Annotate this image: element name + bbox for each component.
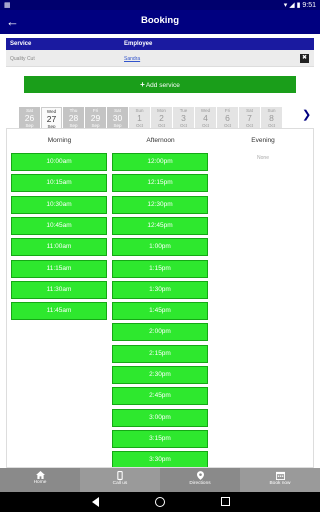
day-8[interactable]: Wed 4 Oct — [195, 107, 216, 129]
afternoon-time-slot[interactable]: 12:15pm — [112, 174, 208, 193]
day-0[interactable]: Sat 26 Sep — [19, 107, 40, 129]
system-recents-icon[interactable] — [221, 497, 230, 506]
afternoon-time-slot[interactable]: 3:15pm — [112, 429, 208, 448]
day-4[interactable]: Sat 30 Sep — [107, 107, 128, 129]
nav-book-now[interactable]: Book now — [240, 468, 320, 492]
nav-call-us-label: Call us — [112, 481, 128, 486]
status-time: 9:51 — [302, 2, 316, 9]
day-7[interactable]: Tue 3 Oct — [173, 107, 194, 129]
day-11[interactable]: Sun 8 Oct — [261, 107, 282, 129]
morning-column-title: Morning — [47, 137, 72, 144]
afternoon-time-slot[interactable]: 12:30pm — [112, 195, 208, 214]
service-table: Service Employee Quality Cut Sandra ✖ — [6, 38, 314, 67]
page-title: Booking — [141, 15, 179, 26]
day-num: 4 — [203, 112, 208, 123]
day-6[interactable]: Mon 2 Oct — [151, 107, 172, 129]
day-num: 27 — [46, 113, 57, 124]
day-num: 26 — [24, 112, 35, 123]
morning-time-slot[interactable]: 11:15am — [11, 259, 107, 278]
morning-time-slot[interactable]: 10:30am — [11, 195, 107, 214]
nav-home-label: Home — [33, 480, 47, 485]
system-home-icon[interactable] — [155, 497, 165, 507]
service-table-header: Service Employee — [6, 38, 314, 50]
afternoon-time-slot[interactable]: 3:30pm — [112, 451, 208, 467]
plus-icon: + — [140, 80, 145, 89]
system-back-icon[interactable] — [92, 497, 99, 507]
afternoon-time-slot[interactable]: 1:30pm — [112, 280, 208, 299]
day-2[interactable]: Thu 28 Sep — [63, 107, 84, 129]
day-num: 3 — [181, 112, 186, 123]
system-nav-bar — [0, 492, 320, 512]
signal-icon: ◢ — [289, 2, 295, 9]
wifi-icon: ▾ — [283, 2, 288, 9]
evening-column-title: Evening — [251, 137, 275, 144]
day-num: 29 — [90, 112, 101, 123]
evening-none-text: None — [257, 155, 269, 161]
day-num: 6 — [225, 112, 230, 123]
day-num: 1 — [137, 112, 142, 123]
afternoon-time-slot[interactable]: 2:15pm — [112, 344, 208, 363]
morning-time-slot[interactable]: 10:15am — [11, 174, 107, 193]
day-num: 28 — [68, 112, 79, 123]
day-1[interactable]: Wed 27 Sep — [41, 107, 62, 129]
employee-column-header: Employee — [124, 41, 153, 47]
day-3[interactable]: Fri 29 Sep — [85, 107, 106, 129]
time-slot-panel: Morning Afternoon Evening None 10:00am 10… — [6, 128, 314, 468]
afternoon-time-slot[interactable]: 2:45pm — [112, 387, 208, 406]
morning-time-slot[interactable]: 11:00am — [11, 238, 107, 257]
app-bar: ← Booking — [0, 10, 320, 34]
afternoon-time-slot[interactable]: 1:45pm — [112, 302, 208, 321]
map-pin-icon — [196, 471, 204, 480]
morning-time-slot[interactable]: 11:30am — [11, 280, 107, 299]
employee-link[interactable]: Sandra — [124, 56, 140, 62]
nav-home[interactable]: Home — [0, 468, 80, 492]
phone-icon — [117, 471, 123, 480]
afternoon-time-slot[interactable]: 1:00pm — [112, 238, 208, 257]
day-picker: Sat 26 Sep Wed 27 Sep Thu 28 Sep Fri 29 Sep Sat 30 Sep… — [19, 107, 283, 129]
day-9[interactable]: Fri 6 Oct — [217, 107, 238, 129]
close-icon[interactable]: ✖ — [300, 54, 309, 63]
add-service-button[interactable]: +Add service — [24, 76, 296, 93]
home-icon — [35, 471, 45, 479]
afternoon-time-slot[interactable]: 12:45pm — [112, 216, 208, 235]
afternoon-time-slot[interactable]: 3:00pm — [112, 408, 208, 427]
afternoon-time-slot[interactable]: 2:30pm — [112, 366, 208, 384]
day-num: 7 — [247, 112, 252, 123]
nav-directions-label: Directions — [189, 481, 211, 486]
battery-icon: ▮ — [296, 2, 301, 9]
afternoon-time-slot[interactable]: 2:00pm — [112, 323, 208, 342]
nav-directions[interactable]: Directions — [160, 468, 240, 492]
afternoon-column-title: Afternoon — [146, 137, 175, 144]
day-5[interactable]: Sun 1 Oct — [129, 107, 150, 129]
service-name: Quality Cut — [10, 56, 35, 62]
nav-book-now-label: Book now — [269, 481, 291, 486]
calendar-icon — [275, 471, 285, 480]
afternoon-time-slot[interactable]: 12:00pm — [112, 153, 208, 171]
status-bar: ▦ ▾ ◢ ▮ 9:51 — [0, 0, 320, 10]
day-num: 30 — [112, 112, 123, 123]
service-row: Quality Cut Sandra ✖ — [6, 50, 314, 67]
day-num: 2 — [159, 112, 164, 123]
chevron-right-icon[interactable]: ❯ — [302, 109, 311, 121]
add-service-label: Add service — [145, 82, 180, 89]
afternoon-time-slot[interactable]: 1:15pm — [112, 259, 208, 278]
morning-time-slot[interactable]: 10:00am — [11, 153, 107, 171]
nav-call-us[interactable]: Call us — [80, 468, 160, 492]
android-icon: ▦ — [4, 2, 11, 9]
bottom-nav: Home Call us Directions Book now — [0, 468, 320, 492]
morning-time-slot[interactable]: 11:45am — [11, 302, 107, 321]
day-10[interactable]: Sat 7 Oct — [239, 107, 260, 129]
morning-time-slot[interactable]: 10:45am — [11, 216, 107, 235]
day-num: 8 — [269, 112, 274, 123]
service-column-header: Service — [10, 41, 32, 47]
